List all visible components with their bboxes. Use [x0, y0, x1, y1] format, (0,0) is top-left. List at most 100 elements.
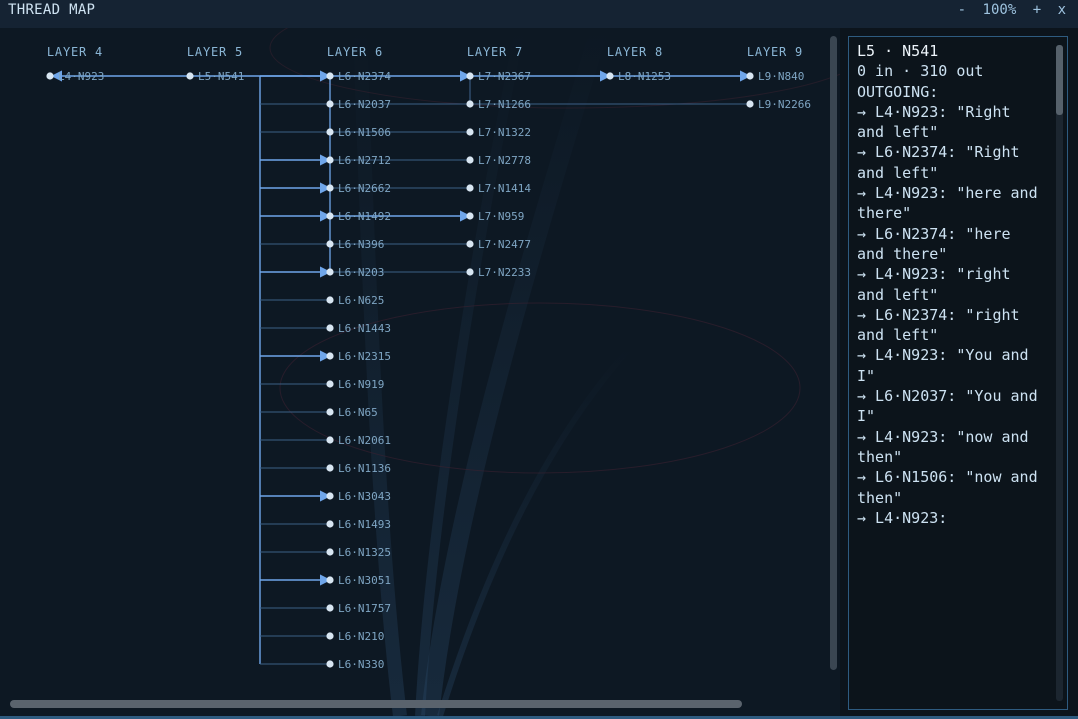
node-label[interactable]: L6·N203 [338, 266, 384, 279]
window-controls: - 100% + x [950, 2, 1066, 18]
zoom-out-button[interactable]: - [958, 2, 966, 18]
graph-node[interactable] [46, 72, 54, 80]
graph-node[interactable] [326, 548, 334, 556]
graph-node[interactable] [326, 604, 334, 612]
node-label[interactable]: L6·N2061 [338, 434, 391, 447]
panel-section-label: OUTGOING: [857, 82, 939, 101]
graph-node[interactable] [186, 72, 194, 80]
graph-node[interactable] [466, 268, 474, 276]
node-label[interactable]: L7·N1414 [478, 182, 531, 195]
graph-node[interactable] [466, 156, 474, 164]
graph-node[interactable] [326, 296, 334, 304]
outgoing-list: → L4·N923: "Right and left" → L6·N2374: "… [857, 102, 1043, 528]
node-label[interactable]: L9·N2266 [758, 98, 811, 111]
graph-node[interactable] [466, 72, 474, 80]
outgoing-entry[interactable]: → L4·N923: "Right and left" [857, 102, 1043, 143]
graph-node[interactable] [466, 100, 474, 108]
graph-node[interactable] [606, 72, 614, 80]
node-label[interactable]: L6·N625 [338, 294, 384, 307]
graph-node[interactable] [326, 520, 334, 528]
outgoing-entry[interactable]: → L6·N2374: "Right and left" [857, 142, 1043, 183]
node-label[interactable]: L6·N396 [338, 238, 384, 251]
node-label[interactable]: L7·N1322 [478, 126, 531, 139]
graph-node[interactable] [326, 352, 334, 360]
graph-node[interactable] [746, 100, 754, 108]
node-label[interactable]: L6·N1136 [338, 462, 391, 475]
node-label[interactable]: L6·N1757 [338, 602, 391, 615]
outgoing-entry[interactable]: → L6·N2374: "right and left" [857, 305, 1043, 346]
outgoing-entry[interactable]: → L4·N923: "here and there" [857, 183, 1043, 224]
graph-node[interactable] [466, 212, 474, 220]
zoom-in-button[interactable]: + [1033, 2, 1041, 18]
layer-header: LAYER 7 [467, 45, 523, 59]
outgoing-entry[interactable]: → L6·N2374: "here and there" [857, 224, 1043, 265]
node-label[interactable]: L6·N2712 [338, 154, 391, 167]
node-label[interactable]: L6·N1493 [338, 518, 391, 531]
node-label[interactable]: L8·N1253 [618, 70, 671, 83]
graph-node[interactable] [466, 184, 474, 192]
outgoing-entry[interactable]: → L4·N923: [857, 508, 1043, 528]
graph-node[interactable] [326, 492, 334, 500]
panel-scrollbar[interactable] [1056, 45, 1063, 115]
graph-node[interactable] [326, 660, 334, 668]
graph-node[interactable] [746, 72, 754, 80]
graph-node[interactable] [326, 632, 334, 640]
outgoing-entry[interactable]: → L6·N2037: "You and I" [857, 386, 1043, 427]
graph-node[interactable] [466, 128, 474, 136]
node-label[interactable]: L6·N1492 [338, 210, 391, 223]
node-label[interactable]: L7·N2477 [478, 238, 531, 251]
node-label[interactable]: L4·N923 [58, 70, 104, 83]
outgoing-entry[interactable]: → L4·N923: "now and then" [857, 427, 1043, 468]
graph-node[interactable] [466, 240, 474, 248]
title-bar: THREAD MAP - 100% + x [0, 0, 1078, 28]
node-label[interactable]: L5·N541 [198, 70, 244, 83]
node-label[interactable]: L7·N2233 [478, 266, 531, 279]
node-label[interactable]: L6·N210 [338, 630, 384, 643]
node-label[interactable]: L6·N1506 [338, 126, 391, 139]
graph-node[interactable] [326, 72, 334, 80]
graph-node[interactable] [326, 464, 334, 472]
thread-map-canvas[interactable]: L4·N923 L5·N541 L6·N2374 L6·N2037 L6·N1506 L6… [0, 28, 840, 716]
graph-node[interactable] [326, 240, 334, 248]
map-vertical-scrollbar[interactable] [830, 36, 837, 670]
node-label[interactable]: L6·N330 [338, 658, 384, 671]
node-label[interactable]: L6·N3043 [338, 490, 391, 503]
outgoing-entry[interactable]: → L6·N1506: "now and then" [857, 467, 1043, 508]
graph-node[interactable] [326, 100, 334, 108]
graph-node[interactable] [326, 156, 334, 164]
outgoing-entry[interactable]: → L4·N923: "You and I" [857, 345, 1043, 386]
map-horizontal-scrollbar[interactable] [10, 700, 742, 708]
graph-node[interactable] [326, 324, 334, 332]
app-title: THREAD MAP [8, 2, 96, 18]
graph-node[interactable] [326, 380, 334, 388]
node-label[interactable]: L6·N2662 [338, 182, 391, 195]
layer-header: LAYER 6 [327, 45, 383, 59]
graph-node[interactable] [326, 212, 334, 220]
node-label[interactable]: L6·N1325 [338, 546, 391, 559]
node-label[interactable]: L7·N959 [478, 210, 524, 223]
graph-node[interactable] [326, 436, 334, 444]
node-label[interactable]: L6·N2037 [338, 98, 391, 111]
graph-node[interactable] [326, 268, 334, 276]
graph-node[interactable] [326, 128, 334, 136]
node-label[interactable]: L6·N919 [338, 378, 384, 391]
node-label[interactable]: L6·N65 [338, 406, 378, 419]
node-label[interactable]: L6·N2374 [338, 70, 391, 83]
graph-node[interactable] [326, 408, 334, 416]
outgoing-entry[interactable]: → L4·N923: "right and left" [857, 264, 1043, 305]
node-label[interactable]: L7·N1266 [478, 98, 531, 111]
panel-stats: 0 in · 310 out [857, 62, 984, 81]
node-label[interactable]: L6·N2315 [338, 350, 391, 363]
node-label[interactable]: L6·N1443 [338, 322, 391, 335]
node-label[interactable]: L9·N840 [758, 70, 804, 83]
graph-node[interactable] [326, 184, 334, 192]
panel-scroll-track[interactable] [1056, 45, 1063, 701]
thread-map-graph[interactable]: L4·N923 L5·N541 L6·N2374 L6·N2037 L6·N1506 L6… [0, 28, 840, 716]
layer-header: LAYER 5 [187, 45, 243, 59]
close-button[interactable]: x [1058, 2, 1066, 18]
node-label[interactable]: L7·N2367 [478, 70, 531, 83]
graph-node[interactable] [326, 576, 334, 584]
node-label[interactable]: L6·N3051 [338, 574, 391, 587]
node-label[interactable]: L7·N2778 [478, 154, 531, 167]
link-lines [50, 70, 752, 665]
